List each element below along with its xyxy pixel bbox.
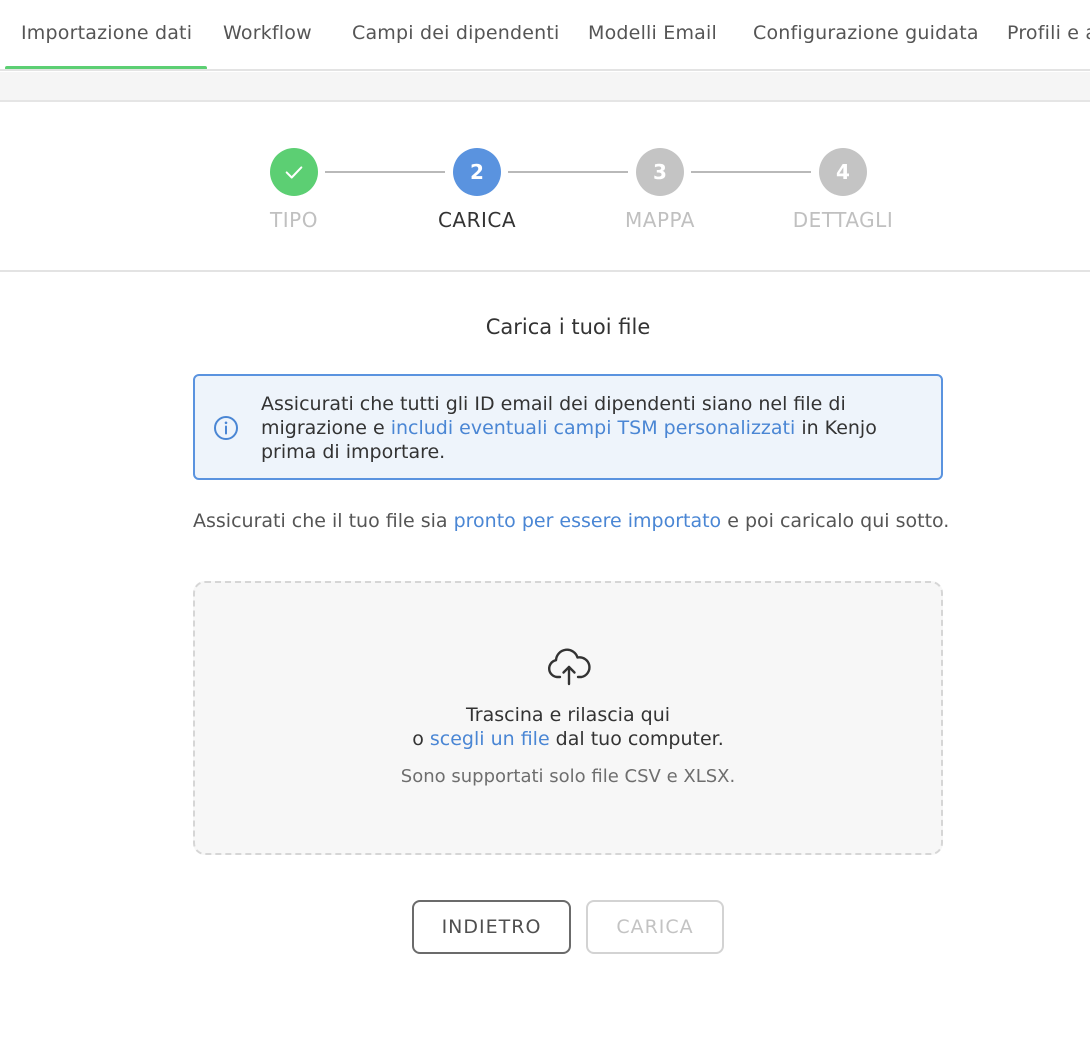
dropzone-text-part: dal tuo computer. [549,728,724,750]
info-icon [214,416,238,440]
tab-workflow[interactable]: Workflow [207,0,328,69]
tab-label: Modelli Email [588,22,717,44]
custom-fields-link[interactable]: includi eventuali campi TSM personalizza… [391,417,796,439]
tab-campi-dipendenti[interactable]: Campi dei dipendenti [336,0,576,69]
ready-to-import-link[interactable]: pronto per essere importato [454,510,722,532]
choose-file-link[interactable]: scegli un file [430,728,550,750]
file-dropzone[interactable]: Trascina e rilascia qui o scegli un file… [193,581,943,855]
step-4-label: DETTAGLI [792,208,894,232]
step-3-label: MAPPA [625,208,695,232]
step-2-circle: 2 [453,148,501,196]
page-title: Carica i tuoi file [485,315,651,339]
check-icon [285,166,303,179]
step-1-label: TIPO [270,208,318,232]
tab-label: Campi dei dipendenti [352,22,560,44]
step-connector [325,171,445,173]
step-connector [508,171,628,173]
hint-text-part: Assicurati che il tuo file sia [193,510,454,532]
dropzone-instruction: Trascina e rilascia qui [465,704,671,726]
step-number: 3 [653,160,667,184]
dropzone-text-part: o [412,728,430,750]
step-number: 4 [836,160,850,184]
top-tab-bar: Importazione dati Workflow Campi dei dip… [0,0,1090,71]
info-callout: Assicurati che tutti gli ID email dei di… [193,374,943,480]
tab-label: Configurazione guidata [753,22,979,44]
tab-profili[interactable]: Profili e a [991,0,1090,69]
step-3-circle: 3 [636,148,684,196]
import-stepper: 2 3 4 TIPO CARICA MAPPA DETTAGLI [0,104,1090,272]
tab-configurazione-guidata[interactable]: Configurazione guidata [737,0,995,69]
supported-formats-note: Sono supportati solo file CSV e XLSX. [400,766,736,787]
step-number: 2 [470,160,484,184]
step-connector [691,171,811,173]
cloud-upload-icon [548,648,591,686]
dropzone-choose-line: o scegli un file dal tuo computer. [195,727,941,751]
tab-label: Importazione dati [21,22,193,44]
tab-label: Profili e a [1007,22,1090,44]
tab-importazione-dati[interactable]: Importazione dati [5,0,207,69]
step-1-circle [270,148,318,196]
upload-button[interactable]: CARICA [586,900,724,954]
upload-hint: Assicurati che il tuo file sia pronto pe… [193,509,953,533]
tab-label: Workflow [223,22,312,44]
tab-modelli-email[interactable]: Modelli Email [572,0,733,69]
page-header-band [0,72,1090,102]
hint-text-part: e poi caricalo qui sotto. [721,510,950,532]
step-2-label: CARICA [437,208,517,232]
step-4-circle: 4 [819,148,867,196]
info-text: Assicurati che tutti gli ID email dei di… [261,392,931,464]
back-button[interactable]: INDIETRO [412,900,571,954]
